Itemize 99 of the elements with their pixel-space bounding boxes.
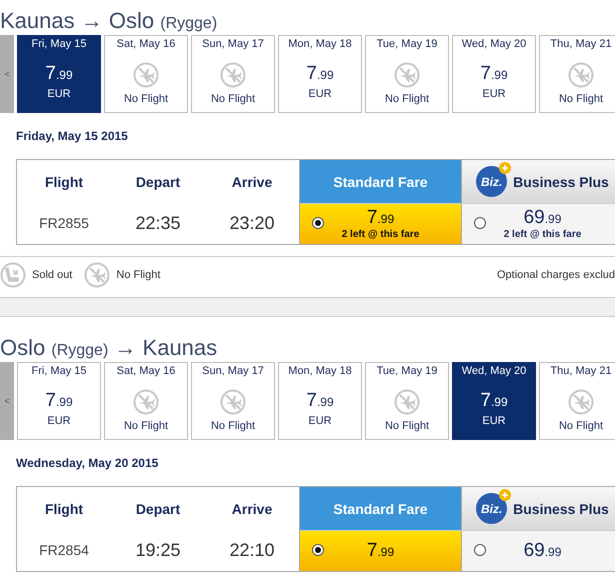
- no-flight-label: No Flight: [558, 420, 604, 432]
- charges-note: Optional charges exclud: [496, 269, 615, 281]
- day-card[interactable]: Tue, May 19 No Flight: [365, 362, 449, 440]
- day-card[interactable]: Wed, May 20 7.99 EUR: [452, 35, 536, 113]
- fare-option[interactable]: 69.99: [461, 530, 615, 571]
- day-price: 7.99: [480, 63, 508, 85]
- fare-name: Standard Fare: [333, 174, 428, 190]
- selected-date: Friday, May 15 2015: [15, 128, 128, 145]
- day-label: Sat, May 16: [116, 38, 176, 50]
- column-header: Flight: [44, 172, 84, 192]
- no-flight-label: No Flight: [210, 93, 256, 105]
- day-card[interactable]: Fri, May 15 7.99 EUR: [17, 362, 101, 440]
- no-flight-icon: [568, 389, 594, 415]
- seats-left: 2 left @ this fare: [342, 229, 420, 240]
- no-flight-label: No Flight: [384, 420, 430, 432]
- day-label: Tue, May 19: [376, 365, 438, 377]
- no-flight-icon: [568, 62, 594, 88]
- no-flight-label: No Flight: [124, 420, 168, 432]
- no-flight-icon: [394, 389, 420, 415]
- fare-price: 7.99: [366, 208, 394, 229]
- day-price: 7.99: [480, 390, 508, 412]
- arrive-time: 22:10: [228, 538, 276, 562]
- currency-label: EUR: [308, 415, 332, 427]
- day-label: Thu, May 21: [550, 365, 612, 377]
- fare-name: Standard Fare: [333, 500, 428, 516]
- arrive-time: 23:20: [228, 212, 276, 234]
- day-label: Wed, May 20: [462, 38, 526, 50]
- day-card[interactable]: Mon, May 18 7.99 EUR: [278, 35, 362, 113]
- fare-price: 69.99: [524, 208, 562, 229]
- fare-name: Business Plus: [513, 500, 609, 516]
- seats-left: 2 left @ this fare: [504, 229, 582, 240]
- day-label: Fri, May 15: [31, 38, 86, 50]
- currency-label: EUR: [482, 88, 506, 100]
- day-label: Sun, May 17: [202, 38, 264, 50]
- column-header: Arrive: [230, 500, 274, 518]
- day-label: Wed, May 20: [462, 365, 526, 377]
- day-price: 7.99: [45, 63, 73, 85]
- day-label: Mon, May 18: [288, 38, 352, 50]
- fare-option[interactable]: 7.99: [299, 530, 461, 571]
- day-label: Mon, May 18: [288, 365, 352, 377]
- day-price: 7.99: [306, 63, 334, 85]
- day-card[interactable]: Tue, May 19 No Flight: [365, 35, 449, 113]
- previous-days-button[interactable]: <: [0, 35, 14, 113]
- selected-date: Wednesday, May 20 2015: [15, 455, 158, 472]
- column-header: Arrive: [230, 172, 274, 192]
- day-card[interactable]: Sun, May 17 No Flight: [191, 362, 275, 440]
- day-card[interactable]: Sat, May 16 No Flight: [104, 362, 188, 440]
- day-card[interactable]: Sat, May 16 No Flight: [104, 35, 188, 113]
- day-card[interactable]: Sun, May 17 No Flight: [191, 35, 275, 113]
- currency-label: EUR: [308, 88, 332, 100]
- flight-number: FR2855: [38, 214, 90, 233]
- day-label: Fri, May 15: [31, 365, 86, 377]
- column-header: Depart: [134, 500, 182, 519]
- currency-label: EUR: [482, 415, 506, 427]
- fare-option[interactable]: 69.99 2 left @ this fare: [461, 203, 615, 244]
- radio-button[interactable]: [312, 217, 324, 229]
- fare-price: 69.99: [524, 540, 562, 562]
- no-flight-icon: [220, 62, 246, 88]
- seat-icon: [0, 262, 26, 288]
- currency-label: EUR: [47, 415, 71, 427]
- plus-icon: [499, 489, 512, 501]
- radio-button[interactable]: [312, 544, 324, 556]
- day-label: Thu, May 21: [550, 38, 612, 50]
- day-card[interactable]: Thu, May 21 No Flight: [539, 362, 615, 440]
- fare-price: 7.99: [366, 540, 394, 562]
- no-flight-label: No Flight: [210, 420, 256, 432]
- day-card[interactable]: Fri, May 15 7.99 EUR: [17, 35, 101, 113]
- day-price: 7.99: [306, 390, 334, 412]
- radio-button[interactable]: [474, 544, 486, 556]
- day-card[interactable]: Thu, May 21 No Flight: [539, 35, 615, 113]
- no-flight-label: No Flight: [384, 93, 430, 105]
- column-header: Flight: [44, 500, 84, 519]
- fare-name: Business Plus: [513, 174, 609, 190]
- no-flight-label: No Flight: [558, 93, 604, 105]
- depart-time: 22:35: [134, 212, 182, 234]
- day-label: Tue, May 19: [376, 38, 438, 50]
- previous-days-button[interactable]: <: [0, 362, 14, 440]
- day-label: Sun, May 17: [202, 365, 264, 377]
- no-flight-icon: [220, 389, 246, 415]
- depart-time: 19:25: [134, 538, 182, 562]
- currency-label: EUR: [47, 88, 71, 100]
- day-card[interactable]: Mon, May 18 7.99 EUR: [278, 362, 362, 440]
- no-flight-icon: [133, 62, 159, 88]
- route-heading: Kaunas → Oslo (Rygge): [0, 7, 218, 35]
- legend-label: Sold out: [32, 269, 72, 281]
- day-card[interactable]: Wed, May 20 7.99 EUR: [452, 362, 536, 440]
- fare-option[interactable]: 7.99 2 left @ this fare: [299, 203, 461, 244]
- no-flight-icon: [84, 262, 110, 288]
- flight-number: FR2854: [38, 541, 90, 560]
- route-heading: Oslo (Rygge) → Kaunas: [0, 334, 218, 362]
- day-label: Sat, May 16: [116, 365, 176, 377]
- no-flight-icon: [394, 62, 420, 88]
- column-header: Depart: [134, 172, 182, 192]
- radio-button[interactable]: [474, 217, 486, 229]
- no-flight-icon: [133, 389, 159, 415]
- plus-icon: [499, 162, 512, 174]
- no-flight-label: No Flight: [124, 93, 168, 105]
- day-price: 7.99: [45, 390, 73, 412]
- legend-label: No Flight: [116, 269, 160, 281]
